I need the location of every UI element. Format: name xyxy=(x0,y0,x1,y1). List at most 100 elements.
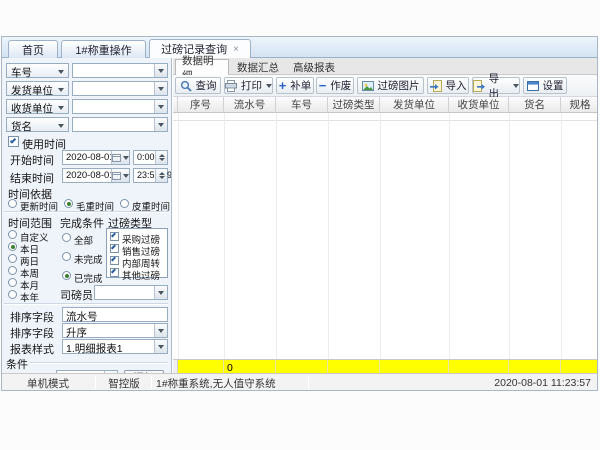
weigh-photo-button[interactable]: 过磅图片 xyxy=(357,77,424,94)
main-tab-bar: 首页 1#称重操作 过磅记录查询 × xyxy=(2,37,597,58)
internal-transfer-checkbox[interactable] xyxy=(110,256,119,265)
radio-update-time[interactable] xyxy=(8,199,17,208)
chevron-down-icon xyxy=(58,70,64,74)
other-weigh-checkbox[interactable] xyxy=(110,268,119,277)
start-time-label: 开始时间 xyxy=(10,152,54,168)
tab-data-summary[interactable]: 数据汇总 xyxy=(231,59,285,75)
supplement-order-button[interactable]: + 补单 xyxy=(276,77,314,94)
grid-toolbar: 查询 打印 + 补单 − 作废 过磅图片 导入 xyxy=(173,75,598,97)
chevron-down-icon xyxy=(513,84,519,88)
chevron-down-icon xyxy=(58,88,64,92)
use-time-label: 使用时间 xyxy=(22,136,66,152)
import-icon xyxy=(430,80,442,92)
calendar-icon xyxy=(111,151,129,164)
spinner-icon xyxy=(155,151,167,164)
import-button[interactable]: 导入 xyxy=(427,77,469,94)
start-time-spinner[interactable]: 0:00:00 xyxy=(133,150,168,165)
end-time-spinner[interactable]: 23:59:59 xyxy=(133,168,168,183)
tab-home[interactable]: 首页 xyxy=(8,40,58,58)
settings-button[interactable]: 设置 xyxy=(523,77,567,94)
column-header-sender[interactable]: 发货单位 xyxy=(380,97,449,112)
goods-field-selector[interactable]: 货名 xyxy=(6,117,69,132)
sales-weigh-checkbox[interactable] xyxy=(110,244,119,253)
chevron-down-icon xyxy=(154,340,167,353)
sort-order-combo[interactable]: 升序 xyxy=(62,323,168,338)
receiver-field-selector[interactable]: 收货单位 xyxy=(6,99,69,114)
data-panel: 数据明细 数据汇总 高级报表 查询 打印 + 补单 − 作废 xyxy=(173,58,598,373)
chevron-down-icon xyxy=(58,124,64,128)
column-header-flow-no[interactable]: 流水号 xyxy=(224,97,276,112)
column-header-spec[interactable]: 规格 xyxy=(561,97,598,112)
receiver-value-combo[interactable] xyxy=(72,99,168,114)
tab-weigh-operation[interactable]: 1#称重操作 xyxy=(61,40,146,58)
use-time-checkbox[interactable] xyxy=(8,136,19,147)
purchase-weigh-checkbox[interactable] xyxy=(110,232,119,241)
chevron-down-icon xyxy=(154,118,167,131)
settings-window-icon xyxy=(527,80,539,92)
vehicle-value-combo[interactable] xyxy=(72,63,168,78)
column-header-goods[interactable]: 货名 xyxy=(509,97,561,112)
tab-data-detail[interactable]: 数据明细 xyxy=(175,59,229,75)
status-system-name: 1#称重系统,无人值守系统 xyxy=(156,376,276,390)
time-range-label: 时间范围 xyxy=(8,215,52,231)
report-style-combo[interactable]: 1.明细报表1 xyxy=(62,339,168,354)
summary-row: 0 xyxy=(173,359,598,374)
status-datetime: 2020-08-01 11:23:57 xyxy=(494,376,591,390)
sort-field-label: 排序字段 xyxy=(10,309,54,325)
printer-icon xyxy=(225,80,237,92)
column-header-vehicle[interactable]: 车号 xyxy=(276,97,328,112)
export-button[interactable]: 导出 xyxy=(472,77,520,94)
column-header-weigh-type[interactable]: 过磅类型 xyxy=(328,97,380,112)
sender-value-combo[interactable] xyxy=(72,81,168,96)
sort-order-label: 排序字段 xyxy=(10,325,54,341)
weigher-label: 司磅员 xyxy=(60,287,93,303)
radio-this-week[interactable] xyxy=(8,266,17,275)
calendar-icon xyxy=(111,169,129,182)
radio-custom-range[interactable] xyxy=(8,230,17,239)
chevron-down-icon xyxy=(154,324,167,337)
void-order-button[interactable]: − 作废 xyxy=(316,77,354,94)
radio-tare-time[interactable] xyxy=(120,199,129,208)
grid-body[interactable] xyxy=(173,113,598,359)
weigher-combo[interactable] xyxy=(94,285,168,300)
chevron-down-icon xyxy=(266,84,272,88)
weigh-type-listbox: 采购过磅 销售过磅 内部周转 其他过磅 xyxy=(106,228,168,278)
sender-field-selector[interactable]: 发货单位 xyxy=(6,81,69,96)
close-tab-icon[interactable]: × xyxy=(233,44,239,55)
plus-icon: + xyxy=(279,81,287,91)
data-tab-strip: 数据明细 数据汇总 高级报表 xyxy=(173,58,598,75)
sort-field-input[interactable]: 流水号 xyxy=(62,307,168,322)
goods-value-combo[interactable] xyxy=(72,117,168,132)
end-time-label: 结束时间 xyxy=(10,170,54,186)
condition-group-label: 条件 xyxy=(6,356,28,372)
search-icon xyxy=(180,80,192,92)
tab-advanced-report[interactable]: 高级报表 xyxy=(287,59,341,75)
radio-completed[interactable] xyxy=(62,271,71,280)
radio-incomplete[interactable] xyxy=(62,252,71,261)
chevron-down-icon xyxy=(58,106,64,110)
radio-today[interactable] xyxy=(8,242,17,251)
chevron-down-icon xyxy=(154,64,167,77)
vehicle-field-selector[interactable]: 车号 xyxy=(6,63,69,78)
radio-two-days[interactable] xyxy=(8,254,17,263)
column-header-receiver[interactable]: 收货单位 xyxy=(449,97,509,112)
status-bar: 单机模式 智控版 1#称重系统,无人值守系统 2020-08-01 11:23:… xyxy=(2,373,597,391)
chevron-down-icon xyxy=(154,82,167,95)
column-header-seq[interactable]: 序号 xyxy=(178,97,224,112)
query-button[interactable]: 查询 xyxy=(175,77,221,94)
status-mode: 单机模式 xyxy=(2,376,94,390)
photo-icon xyxy=(362,80,374,92)
spinner-icon xyxy=(155,169,167,182)
radio-all[interactable] xyxy=(62,233,71,242)
radio-gross-time[interactable] xyxy=(64,199,73,208)
weighing-app-window: 首页 1#称重操作 过磅记录查询 × 车号 发货单位 收货单位 货名 使用时间 … xyxy=(1,36,598,391)
status-edition: 智控版 xyxy=(98,376,150,390)
radio-this-year[interactable] xyxy=(8,290,17,299)
chevron-down-icon xyxy=(154,286,167,299)
print-button[interactable]: 打印 xyxy=(224,77,273,94)
complete-status-label: 完成条件 xyxy=(60,215,104,231)
filter-panel: 车号 发货单位 收货单位 货名 使用时间 开始时间 2020-08-01 0:0… xyxy=(2,58,172,373)
start-date-editor[interactable]: 2020-08-01 xyxy=(62,150,130,165)
end-date-editor[interactable]: 2020-08-01 xyxy=(62,168,130,183)
radio-this-month[interactable] xyxy=(8,278,17,287)
